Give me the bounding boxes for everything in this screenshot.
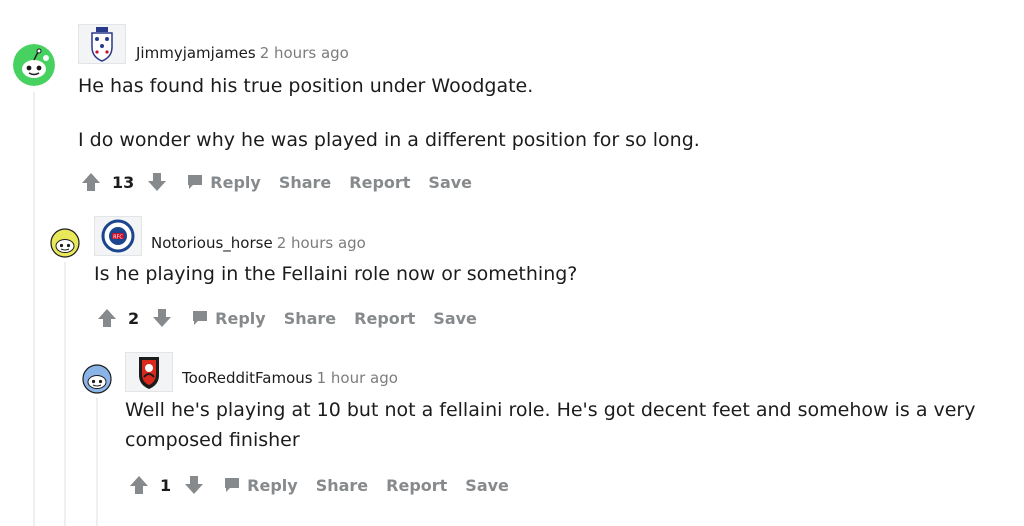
reply-label: Reply — [210, 172, 261, 192]
comment-actions: 1 Reply Share Report Save — [128, 474, 527, 496]
username[interactable]: Jimmyjamjames — [136, 44, 256, 62]
save-button[interactable]: Save — [433, 309, 477, 328]
score: 13 — [112, 172, 135, 192]
comment-meta: TooRedditFamous 1 hour ago — [182, 369, 398, 387]
comment-bubble-icon — [225, 478, 240, 492]
comment-paragraph: Is he playing in the Fellaini role now o… — [94, 263, 578, 285]
downvote-icon[interactable] — [183, 474, 205, 496]
comment-body: He has found his true position under Woo… — [78, 71, 978, 155]
user-avatar[interactable] — [82, 364, 112, 394]
report-button[interactable]: Report — [354, 309, 415, 328]
upvote-icon[interactable] — [96, 307, 118, 329]
comment-meta: Jimmyjamjames 2 hours ago — [136, 44, 349, 62]
comment-paragraph: Well he's playing at 10 but not a fellai… — [125, 399, 976, 451]
downvote-icon[interactable] — [146, 171, 168, 193]
save-button[interactable]: Save — [465, 476, 509, 495]
svg-text:RFC: RFC — [113, 235, 123, 241]
comment-paragraph: He has found his true position under Woo… — [78, 75, 534, 97]
comment-actions: 13 Reply Share Report Save — [80, 171, 490, 193]
comment-paragraph: I do wonder why he was played in a diffe… — [78, 129, 700, 151]
report-button[interactable]: Report — [386, 476, 447, 495]
timestamp[interactable]: 2 hours ago — [260, 44, 349, 62]
comment-body: Well he's playing at 10 but not a fellai… — [125, 395, 1005, 455]
username[interactable]: Notorious_horse — [151, 234, 273, 252]
comment-bubble-icon — [188, 175, 203, 189]
user-avatar[interactable] — [13, 44, 55, 86]
username[interactable]: TooRedditFamous — [182, 369, 313, 387]
reply-label: Reply — [215, 308, 266, 328]
rangers-crest-icon: RFC — [94, 216, 142, 256]
score: 2 — [128, 308, 140, 328]
share-button[interactable]: Share — [284, 309, 336, 328]
comment-actions: 2 Reply Share Report Save — [96, 307, 495, 329]
comment-body: Is he playing in the Fellaini role now o… — [94, 259, 974, 289]
timestamp[interactable]: 1 hour ago — [317, 369, 398, 387]
share-button[interactable]: Share — [316, 476, 368, 495]
user-avatar[interactable] — [50, 228, 80, 258]
england-crest-icon — [78, 24, 126, 64]
thread-line[interactable] — [96, 398, 98, 526]
bournemouth-crest-icon — [125, 352, 173, 392]
reply-button[interactable]: Reply — [191, 309, 266, 328]
score: 1 — [160, 475, 172, 495]
reply-button[interactable]: Reply — [223, 476, 298, 495]
timestamp[interactable]: 2 hours ago — [277, 234, 366, 252]
save-button[interactable]: Save — [428, 173, 472, 192]
upvote-icon[interactable] — [80, 171, 102, 193]
comment-bubble-icon — [193, 311, 208, 325]
report-button[interactable]: Report — [349, 173, 410, 192]
comment-meta: Notorious_horse 2 hours ago — [151, 234, 366, 252]
reply-button[interactable]: Reply — [186, 173, 261, 192]
thread-line[interactable] — [64, 262, 66, 526]
downvote-icon[interactable] — [151, 307, 173, 329]
upvote-icon[interactable] — [128, 474, 150, 496]
share-button[interactable]: Share — [279, 173, 331, 192]
thread-line[interactable] — [33, 92, 35, 526]
reply-label: Reply — [247, 475, 298, 495]
